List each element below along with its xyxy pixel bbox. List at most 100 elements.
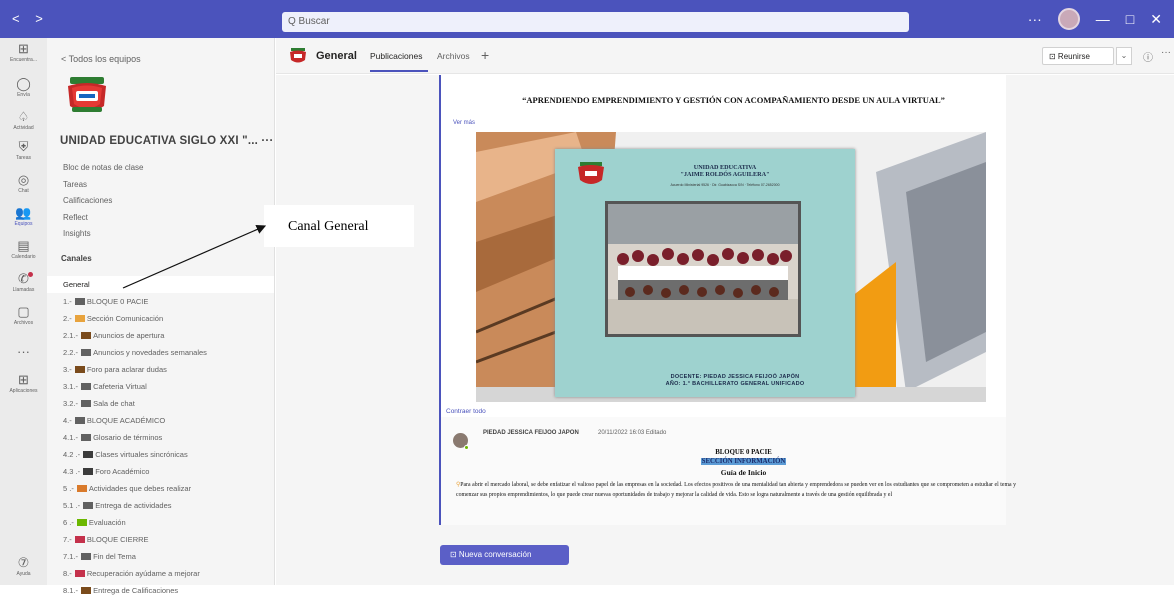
close-icon[interactable]: ✕ — [1150, 11, 1162, 28]
channel-label: Cafeteria Virtual — [93, 382, 147, 391]
tab-archivos[interactable]: Archivos — [437, 51, 470, 61]
more-icon: ··· — [17, 344, 30, 359]
channel-item[interactable]: 5 .- Actividades que debes realizar — [47, 480, 274, 497]
team-sidebar: < Todos los equipos UNIDAD EDUCATIVA SIG… — [47, 38, 275, 595]
channel-item[interactable]: 1.- BLOQUE 0 PACIE — [47, 293, 274, 310]
search-input[interactable]: Q Buscar — [282, 12, 909, 32]
channel-item[interactable]: 2.1.- Anuncios de apertura — [47, 327, 274, 344]
tab-publicaciones[interactable]: Publicaciones — [370, 51, 422, 61]
back-to-teams-link[interactable]: < Todos los equipos — [61, 54, 141, 64]
channel-label: Entrega de Calificaciones — [93, 586, 179, 595]
minimize-icon[interactable]: — — [1096, 11, 1110, 27]
channel-emoji-icon — [81, 434, 92, 441]
rail-item-archivos[interactable]: ▢ Archivos — [0, 304, 47, 327]
post-image[interactable]: UNIDAD EDUCATIVA "JAIME ROLDÓS AGUILERA"… — [476, 132, 986, 402]
more-icon[interactable]: ··· — [1161, 47, 1171, 58]
rail-item-tareas[interactable]: ⛨ Tareas — [0, 140, 47, 162]
channel-label: Anuncios y novedades semanales — [93, 348, 207, 357]
channel-item[interactable]: 8.- Recuperación ayúdame a mejorar — [47, 565, 274, 582]
channel-emoji-icon — [81, 332, 92, 339]
team-link-insights[interactable]: Insights — [63, 226, 144, 243]
team-link-bloc[interactable]: Bloc de notas de clase — [63, 160, 144, 177]
maximize-icon[interactable]: □ — [1126, 11, 1134, 27]
channel-emoji-icon — [74, 536, 85, 543]
team-link-calificaciones[interactable]: Calificaciones — [63, 193, 144, 210]
school-flyer: UNIDAD EDUCATIVA "JAIME ROLDÓS AGUILERA"… — [555, 149, 855, 397]
info-icon[interactable]: ⓘ — [1143, 49, 1153, 64]
channel-header: General Publicaciones Archivos + ⊡ Reuni… — [276, 38, 1174, 74]
reply-paragraph: ⚲Para abrir el mercado laboral, se debe … — [456, 482, 1016, 498]
channel-item[interactable]: 4.2 .- Clases virtuales sincrónicas — [47, 446, 274, 463]
channel-emoji-icon — [74, 570, 85, 577]
channel-emoji-icon — [76, 519, 87, 526]
rail-item-aplicaciones[interactable]: ⊞ Aplicaciones — [0, 372, 47, 395]
channel-emoji-icon — [74, 315, 85, 322]
channel-item[interactable]: 2.- Sección Comunicación — [47, 310, 274, 327]
channel-label: Fin del Tema — [93, 552, 136, 561]
channel-emoji-icon — [76, 485, 87, 492]
channel-item[interactable]: 7.1.- Fin del Tema — [47, 548, 274, 565]
calendar-icon: ▤ — [17, 238, 30, 253]
user-avatar[interactable] — [1057, 8, 1080, 30]
reply-message: PIEDAD JESSICA FEIJOO JAPON 20/11/2022 1… — [441, 417, 1016, 525]
channel-item[interactable]: 4.1.- Glosario de términos — [47, 429, 274, 446]
rail-item-llamadas[interactable]: ✆ Llamadas — [0, 271, 47, 294]
channel-item[interactable]: 4.- BLOQUE ACADÉMICO — [47, 412, 274, 429]
channel-label: Sección Comunicación — [86, 314, 164, 323]
channel-label: Recuperación ayúdame a mejorar — [86, 569, 200, 578]
channel-item[interactable]: 7.- BLOQUE CIERRE — [47, 531, 274, 548]
rail-item-actividad[interactable]: ♤ Actividad — [0, 109, 47, 132]
reply-author: PIEDAD JESSICA FEIJOO JAPON — [483, 430, 579, 436]
channel-emoji-icon — [81, 553, 92, 560]
class-photo — [605, 201, 801, 337]
rail-item-calendario[interactable]: ▤ Calendario — [0, 238, 47, 261]
channel-title: General — [316, 50, 357, 62]
reply-heading-bloque: BLOQUE 0 PACIE — [715, 449, 772, 456]
rail-item-more[interactable]: ··· — [0, 345, 47, 359]
team-link-tareas[interactable]: Tareas — [63, 177, 144, 194]
conversation-feed: “APRENDIENDO EMPRENDIMIENTO Y GESTIÓN CO… — [276, 75, 1174, 585]
channel-item[interactable]: 3.2.- Sala de chat — [47, 395, 274, 412]
meet-button[interactable]: ⊡ Reunirse — [1042, 47, 1114, 65]
more-options-icon[interactable]: ··· — [1028, 11, 1042, 27]
channel-emoji-icon — [81, 349, 92, 356]
channel-emoji-icon — [83, 451, 94, 458]
meet-dropdown-icon[interactable]: ⌄ — [1116, 47, 1132, 65]
team-name[interactable]: UNIDAD EDUCATIVA SIGLO XXI "... ··· — [60, 135, 274, 147]
annotation-label: Canal General — [264, 205, 414, 247]
channel-emoji-icon — [74, 417, 85, 424]
title-bar: < > Q Buscar ··· — □ ✕ — [0, 0, 1174, 38]
phone-icon: ✆ — [18, 271, 29, 286]
channel-item[interactable]: 6 .- Evaluación — [47, 514, 274, 531]
new-conversation-button[interactable]: ⊡ Nueva conversación — [440, 545, 569, 565]
see-more-link[interactable]: Ver más — [453, 120, 475, 126]
channel-item[interactable]: 3.- Foro para aclarar dudas — [47, 361, 274, 378]
file-icon: ▢ — [17, 304, 30, 319]
team-links: Bloc de notas de clase Tareas Calificaci… — [63, 160, 144, 243]
collapse-all-link[interactable]: Contraer todo — [446, 408, 486, 415]
rail-item-envia[interactable]: ◯ Envía — [0, 76, 47, 99]
rail-item-chat[interactable]: ◎ Chat — [0, 173, 47, 195]
channel-label: BLOQUE ACADÉMICO — [86, 416, 166, 425]
channel-item[interactable]: 5.1 .- Entrega de actividades — [47, 497, 274, 514]
channel-label: Foro para aclarar dudas — [86, 365, 167, 374]
bell-icon: ♤ — [17, 109, 30, 124]
apps-icon: ⊞ — [18, 372, 29, 387]
channel-label: Foro Académico — [95, 467, 150, 476]
channel-item[interactable]: 3.1.- Cafeteria Virtual — [47, 378, 274, 395]
rail-item-encuentra[interactable]: ⊞ Encuentra... — [0, 42, 47, 64]
team-link-reflect[interactable]: Reflect — [63, 210, 144, 227]
rail-item-equipos[interactable]: 👥 Equipos — [0, 206, 47, 228]
channel-label: Sala de chat — [93, 399, 135, 408]
search-circle-icon: ◯ — [16, 76, 31, 91]
rail-item-ayuda[interactable]: ⑦ Ayuda — [0, 556, 47, 578]
channel-label: Actividades que debes realizar — [88, 484, 192, 493]
channel-item[interactable]: 4.3 .- Foro Académico — [47, 463, 274, 480]
channel-emoji-icon — [74, 298, 85, 305]
add-tab-icon[interactable]: + — [481, 47, 489, 63]
channel-item[interactable]: General — [47, 276, 274, 293]
channel-item[interactable]: 2.2.- Anuncios y novedades semanales — [47, 344, 274, 361]
nav-arrows[interactable]: < > — [12, 11, 49, 26]
channel-emoji-icon — [81, 587, 92, 594]
flyer-teacher: DOCENTE: PIEDAD JESSICA FEIJOÓ JAPÓN AÑO… — [665, 374, 805, 387]
